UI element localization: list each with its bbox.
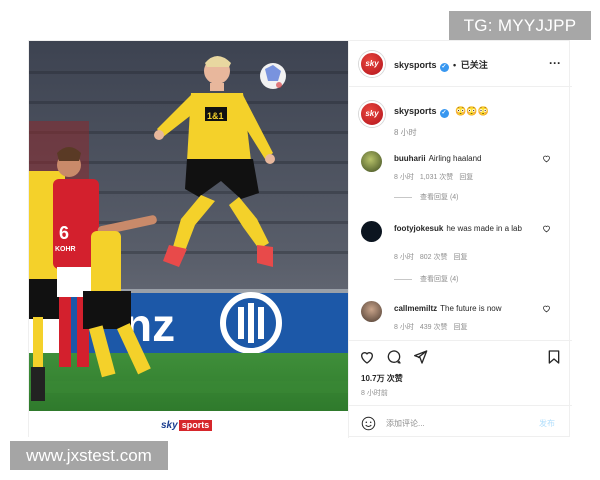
caption-text: 😳😳😳 xyxy=(455,106,489,116)
comment-item: buuharii Airling haaland 8 小时 1,031 次赞 回复 查… xyxy=(349,148,572,218)
comment-meta: 8 小时 1,031 次赞 回复 xyxy=(394,172,479,182)
post-header: sky skysports ✓ • 已关注 ··· xyxy=(349,41,572,87)
view-replies-label[interactable]: 查看回复 (4) xyxy=(420,276,459,283)
watermark-bottom: www.jxstest.com xyxy=(10,441,168,470)
action-bar xyxy=(349,340,572,366)
comment-likes[interactable]: 439 次赞 xyxy=(420,324,448,331)
heart-icon[interactable] xyxy=(359,349,375,365)
comment-time: 8 小时 xyxy=(394,254,414,261)
comment-input[interactable] xyxy=(386,415,526,431)
comment-item: footyjokesuk he was made in a lab 8 小时 802… xyxy=(349,218,572,288)
view-replies-label[interactable]: 查看回复 (4) xyxy=(420,194,459,201)
comment-like-heart-icon[interactable] xyxy=(542,304,551,313)
post-time: 8 小时前 xyxy=(361,390,388,397)
sports-logo-text: sports xyxy=(178,419,213,431)
comment-avatar[interactable] xyxy=(361,151,382,172)
opponent-name: KOHR xyxy=(55,246,76,253)
caption-username[interactable]: skysports xyxy=(394,106,437,116)
opponent-number: 6 xyxy=(59,223,69,243)
comment-text: The future is now xyxy=(440,304,502,313)
caption-line: skysports ✓ 😳😳😳 xyxy=(394,106,489,118)
more-options-icon[interactable]: ··· xyxy=(549,56,561,70)
comment-username[interactable]: footyjokesuk xyxy=(394,224,443,233)
comment-time: 8 小时 xyxy=(394,324,414,331)
smile-icon[interactable] xyxy=(361,416,376,431)
view-replies[interactable]: 查看回复 (4) xyxy=(394,274,459,284)
watermark-top: TG: MYYJJPP xyxy=(449,11,591,40)
comment-meta: 8 小时 802 次赞 回复 xyxy=(394,252,473,262)
view-replies[interactable]: 查看回复 (4) xyxy=(394,192,459,202)
comment-text-line: footyjokesuk he was made in a lab xyxy=(394,223,544,234)
author-username[interactable]: skysports xyxy=(394,60,437,70)
comment-time: 8 小时 xyxy=(394,174,414,181)
comment-text-line: buuharii Airling haaland xyxy=(394,153,544,164)
post-comment-button[interactable]: 发布 xyxy=(539,418,555,429)
add-comment-bar: 发布 xyxy=(349,405,572,438)
comment-avatar[interactable] xyxy=(361,301,382,322)
author-line: skysports ✓ • 已关注 xyxy=(394,58,488,72)
comment-likes[interactable]: 1,031 次赞 xyxy=(420,174,453,181)
author-avatar[interactable]: sky xyxy=(359,51,385,77)
post-side-panel: sky skysports ✓ • 已关注 ··· sky skysports ✓ … xyxy=(348,41,572,438)
caption-time: 8 小时 xyxy=(394,128,417,137)
comment-like-heart-icon[interactable] xyxy=(542,154,551,163)
following-button[interactable]: 已关注 xyxy=(461,60,488,70)
comment-username[interactable]: buuharii xyxy=(394,154,426,163)
reply-button[interactable]: 回复 xyxy=(453,254,467,261)
comment-username[interactable]: callmemiltz xyxy=(394,304,437,313)
bookmark-icon[interactable] xyxy=(546,349,562,365)
caption-avatar[interactable]: sky xyxy=(359,101,385,127)
skysports-logo: sky sports xyxy=(161,419,213,431)
comment-icon[interactable] xyxy=(386,349,402,365)
post-photo[interactable]: nz 6 KOHR 1&1 xyxy=(29,41,348,411)
reply-button[interactable]: 回复 xyxy=(453,324,467,331)
reply-button[interactable]: 回复 xyxy=(459,174,473,181)
likes-count[interactable]: 10.7万 次赞 xyxy=(361,373,403,384)
comment-text: Airling haaland xyxy=(428,154,482,163)
comment-avatar[interactable] xyxy=(361,221,382,242)
separator-dot: • xyxy=(453,60,457,70)
football xyxy=(260,63,286,89)
comment-text: he was made in a lab xyxy=(446,224,522,233)
verified-badge-icon: ✓ xyxy=(439,109,449,118)
comment-like-heart-icon[interactable] xyxy=(542,224,551,233)
verified-badge-icon: ✓ xyxy=(439,63,449,72)
comment-meta: 8 小时 439 次赞 回复 xyxy=(394,322,473,332)
photo-footer: sky sports xyxy=(29,411,348,438)
replies-divider xyxy=(394,196,412,198)
send-icon[interactable] xyxy=(412,349,428,365)
replies-divider xyxy=(394,278,412,280)
comment-text-line: callmemiltz The future is now xyxy=(394,303,544,314)
comment-likes[interactable]: 802 次赞 xyxy=(420,254,448,261)
football-photo-illustration: nz 6 KOHR 1&1 xyxy=(29,41,348,411)
shirt-sponsor: 1&1 xyxy=(207,111,224,121)
post-card: nz 6 KOHR 1&1 sky sports sky skysports ✓… xyxy=(28,40,572,438)
sky-logo-text: sky xyxy=(161,419,178,431)
